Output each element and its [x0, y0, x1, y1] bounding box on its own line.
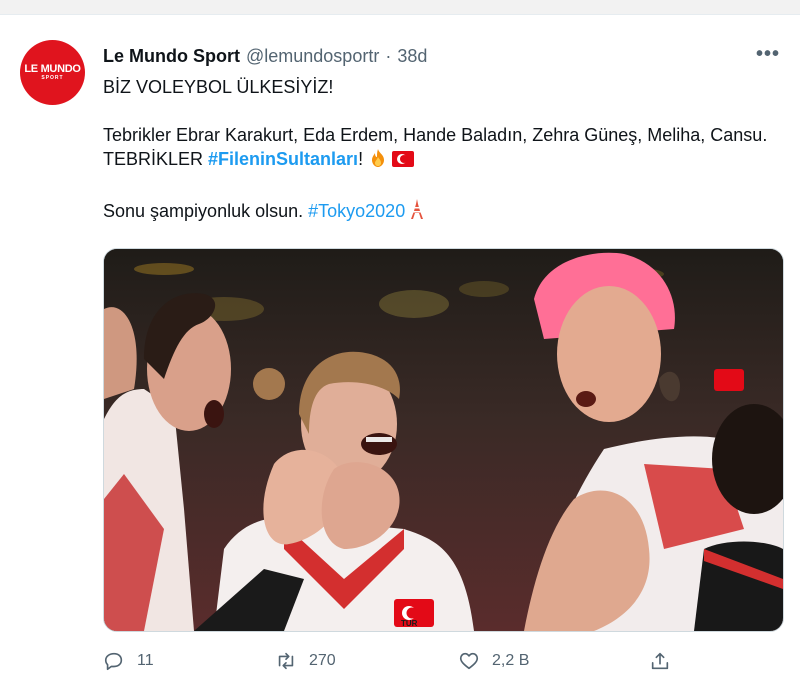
avatar-logo-text: LE MUNDO — [24, 63, 81, 75]
tweet-text: BİZ VOLEYBOL ÜLKESİYİZ! Tebrikler Ebrar … — [103, 75, 783, 226]
retweet-action[interactable]: 270 — [275, 650, 336, 672]
reply-count: 11 — [137, 652, 154, 669]
tweet-text-line-3-body: Sonu şampiyonluk olsun. — [103, 201, 309, 221]
jersey-tur-text: TUR — [401, 619, 418, 628]
avatar-logo-subtext: SPORT — [41, 75, 64, 81]
hashtag-filenin-sultanlari[interactable]: #FileninSultanları — [208, 149, 358, 169]
tweet-text-line-2-body: Tebrikler Ebrar Karakurt, Eda Erdem, Han… — [103, 125, 768, 169]
avatar[interactable]: LE MUNDO SPORT — [20, 40, 85, 105]
author-display-name[interactable]: Le Mundo Sport — [103, 46, 240, 67]
like-action[interactable]: 2,2 B — [458, 650, 529, 672]
tweet-text-line-2-end: ! — [358, 149, 364, 169]
turkey-flag-icon — [392, 151, 415, 167]
tweet-text-line-1: BİZ VOLEYBOL ÜLKESİYİZ! — [103, 77, 334, 97]
retweet-count: 270 — [309, 652, 336, 669]
reply-icon — [104, 652, 123, 671]
share-icon — [651, 652, 669, 670]
retweet-icon — [278, 652, 294, 670]
tweet-actions-bar: 11 270 2,2 B — [103, 650, 683, 674]
tweet-media-photo[interactable]: TUR — [103, 248, 784, 632]
tweet-timestamp[interactable]: 38d — [397, 46, 427, 67]
tweet-text-line-3: Sonu şampiyonluk olsun. #Tokyo2020 — [103, 198, 783, 226]
share-action[interactable] — [649, 650, 671, 672]
hashtag-tokyo2020[interactable]: #Tokyo2020 — [308, 201, 405, 221]
like-count: 2,2 B — [492, 652, 530, 669]
top-strip — [0, 0, 800, 15]
volleyball-celebration-photo: TUR — [104, 249, 783, 631]
tokyo-tower-icon — [410, 198, 424, 226]
tweet-text-line-2: Tebrikler Ebrar Karakurt, Eda Erdem, Han… — [103, 123, 783, 174]
more-options-icon[interactable]: ••• — [756, 43, 780, 65]
fire-emoji-icon — [368, 148, 388, 174]
tweet-header: Le Mundo Sport @lemundosportr · 38d — [103, 45, 427, 67]
reply-action[interactable]: 11 — [103, 650, 154, 672]
heart-icon — [459, 652, 479, 670]
header-separator: · — [385, 45, 392, 66]
author-handle[interactable]: @lemundosportr — [246, 46, 379, 67]
tweet-card[interactable]: LE MUNDO SPORT Le Mundo Sport @lemundosp… — [0, 15, 800, 689]
